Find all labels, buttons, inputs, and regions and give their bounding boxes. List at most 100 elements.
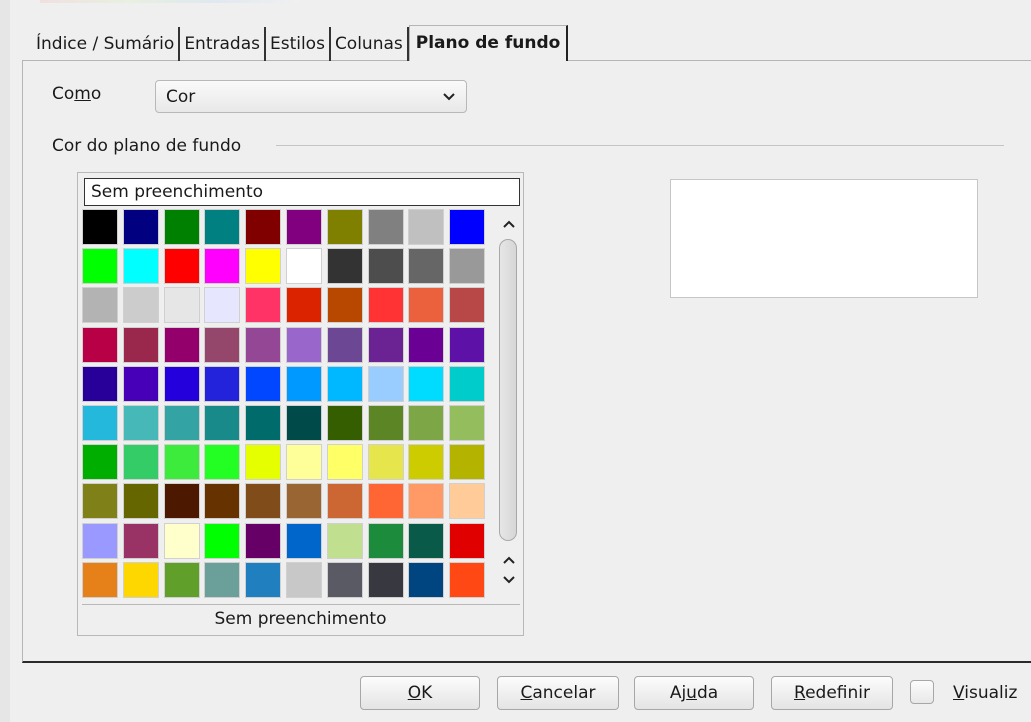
color-swatch[interactable] xyxy=(449,522,486,559)
color-swatch[interactable] xyxy=(286,444,322,481)
color-swatch[interactable] xyxy=(367,405,404,441)
scroll-down-icon[interactable] xyxy=(499,573,519,590)
color-swatch[interactable] xyxy=(82,483,118,520)
color-swatch[interactable] xyxy=(286,326,322,363)
color-swatch[interactable] xyxy=(408,287,445,324)
cancel-button[interactable]: Cancelar xyxy=(497,676,619,710)
color-swatch[interactable] xyxy=(408,405,445,441)
color-swatch[interactable] xyxy=(122,365,159,402)
tab-entradas[interactable]: Entradas xyxy=(180,27,266,61)
color-swatch[interactable] xyxy=(163,444,200,481)
color-swatch[interactable] xyxy=(367,483,404,520)
color-swatch[interactable] xyxy=(408,522,445,559)
color-swatch[interactable] xyxy=(122,444,159,481)
color-swatch[interactable] xyxy=(286,561,322,598)
color-swatch[interactable] xyxy=(204,287,241,324)
color-swatch[interactable] xyxy=(204,365,241,402)
color-swatch[interactable] xyxy=(204,522,241,559)
color-swatch[interactable] xyxy=(163,483,200,520)
color-swatch[interactable] xyxy=(82,326,118,363)
color-swatch[interactable] xyxy=(163,287,200,324)
color-swatch[interactable] xyxy=(326,209,363,245)
color-swatch[interactable] xyxy=(367,326,404,363)
color-swatch[interactable] xyxy=(245,209,282,245)
color-swatch[interactable] xyxy=(163,326,200,363)
tab-estilos[interactable]: Estilos xyxy=(266,27,331,61)
color-swatch[interactable] xyxy=(245,405,282,441)
color-swatch[interactable] xyxy=(408,561,445,598)
color-swatch[interactable] xyxy=(82,209,118,245)
color-swatch[interactable] xyxy=(326,444,363,481)
color-swatch[interactable] xyxy=(82,287,118,324)
color-swatch[interactable] xyxy=(122,248,159,285)
color-swatch[interactable] xyxy=(82,365,118,402)
color-swatch[interactable] xyxy=(367,444,404,481)
color-swatch[interactable] xyxy=(163,405,200,441)
color-swatch[interactable] xyxy=(82,522,118,559)
color-swatch[interactable] xyxy=(82,444,118,481)
color-swatch[interactable] xyxy=(245,483,282,520)
color-swatch[interactable] xyxy=(286,483,322,520)
color-swatch[interactable] xyxy=(204,405,241,441)
color-swatch[interactable] xyxy=(367,209,404,245)
tab-colunas[interactable]: Colunas xyxy=(331,27,409,61)
preview-checkbox-label[interactable]: Visualiz xyxy=(953,683,1017,703)
color-swatch[interactable] xyxy=(326,287,363,324)
color-swatch[interactable] xyxy=(449,209,486,245)
color-swatch[interactable] xyxy=(163,522,200,559)
color-swatch[interactable] xyxy=(408,248,445,285)
como-select[interactable]: Cor xyxy=(155,80,467,113)
color-swatch[interactable] xyxy=(326,405,363,441)
color-swatch[interactable] xyxy=(408,365,445,402)
color-swatch[interactable] xyxy=(449,561,486,598)
color-swatch[interactable] xyxy=(286,405,322,441)
color-swatch[interactable] xyxy=(163,209,200,245)
color-swatch[interactable] xyxy=(286,287,322,324)
color-swatch[interactable] xyxy=(122,522,159,559)
color-swatch[interactable] xyxy=(122,561,159,598)
palette-scrollbar-thumb[interactable] xyxy=(499,239,517,541)
color-swatch[interactable] xyxy=(204,444,241,481)
color-swatch[interactable] xyxy=(449,326,486,363)
color-swatch[interactable] xyxy=(367,248,404,285)
color-swatch[interactable] xyxy=(204,561,241,598)
color-swatch[interactable] xyxy=(204,248,241,285)
color-swatch[interactable] xyxy=(408,326,445,363)
color-swatch[interactable] xyxy=(245,365,282,402)
color-swatch[interactable] xyxy=(245,326,282,363)
color-swatch[interactable] xyxy=(245,287,282,324)
color-swatch[interactable] xyxy=(286,248,322,285)
color-swatch[interactable] xyxy=(326,365,363,402)
scroll-up-icon[interactable] xyxy=(499,553,519,570)
color-swatch[interactable] xyxy=(367,522,404,559)
color-swatch[interactable] xyxy=(122,209,159,245)
color-swatch[interactable] xyxy=(326,483,363,520)
color-swatch[interactable] xyxy=(286,209,322,245)
help-button[interactable]: Ajuda xyxy=(634,676,754,710)
color-swatch[interactable] xyxy=(122,326,159,363)
color-swatch[interactable] xyxy=(122,405,159,441)
color-swatch[interactable] xyxy=(449,444,486,481)
color-swatch[interactable] xyxy=(367,287,404,324)
color-swatch[interactable] xyxy=(326,522,363,559)
color-swatch[interactable] xyxy=(204,209,241,245)
color-swatch[interactable] xyxy=(367,365,404,402)
color-swatch[interactable] xyxy=(82,561,118,598)
color-swatch[interactable] xyxy=(245,561,282,598)
color-swatch[interactable] xyxy=(82,405,118,441)
tab-indice[interactable]: Índice / Sumário xyxy=(22,27,181,61)
reset-button[interactable]: Redefinir xyxy=(771,676,893,710)
color-swatch[interactable] xyxy=(449,287,486,324)
color-swatch[interactable] xyxy=(163,561,200,598)
scroll-up-icon[interactable] xyxy=(499,217,519,234)
palette-footer-label[interactable]: Sem preenchimento xyxy=(78,609,523,629)
color-swatch[interactable] xyxy=(245,248,282,285)
color-swatch[interactable] xyxy=(122,287,159,324)
color-swatch[interactable] xyxy=(326,561,363,598)
color-swatch[interactable] xyxy=(204,326,241,363)
color-swatch[interactable] xyxy=(122,483,159,520)
color-swatch[interactable] xyxy=(286,365,322,402)
tab-plano-de-fundo[interactable]: Plano de fundo xyxy=(408,25,569,61)
color-swatch[interactable] xyxy=(326,326,363,363)
color-swatch[interactable] xyxy=(286,522,322,559)
